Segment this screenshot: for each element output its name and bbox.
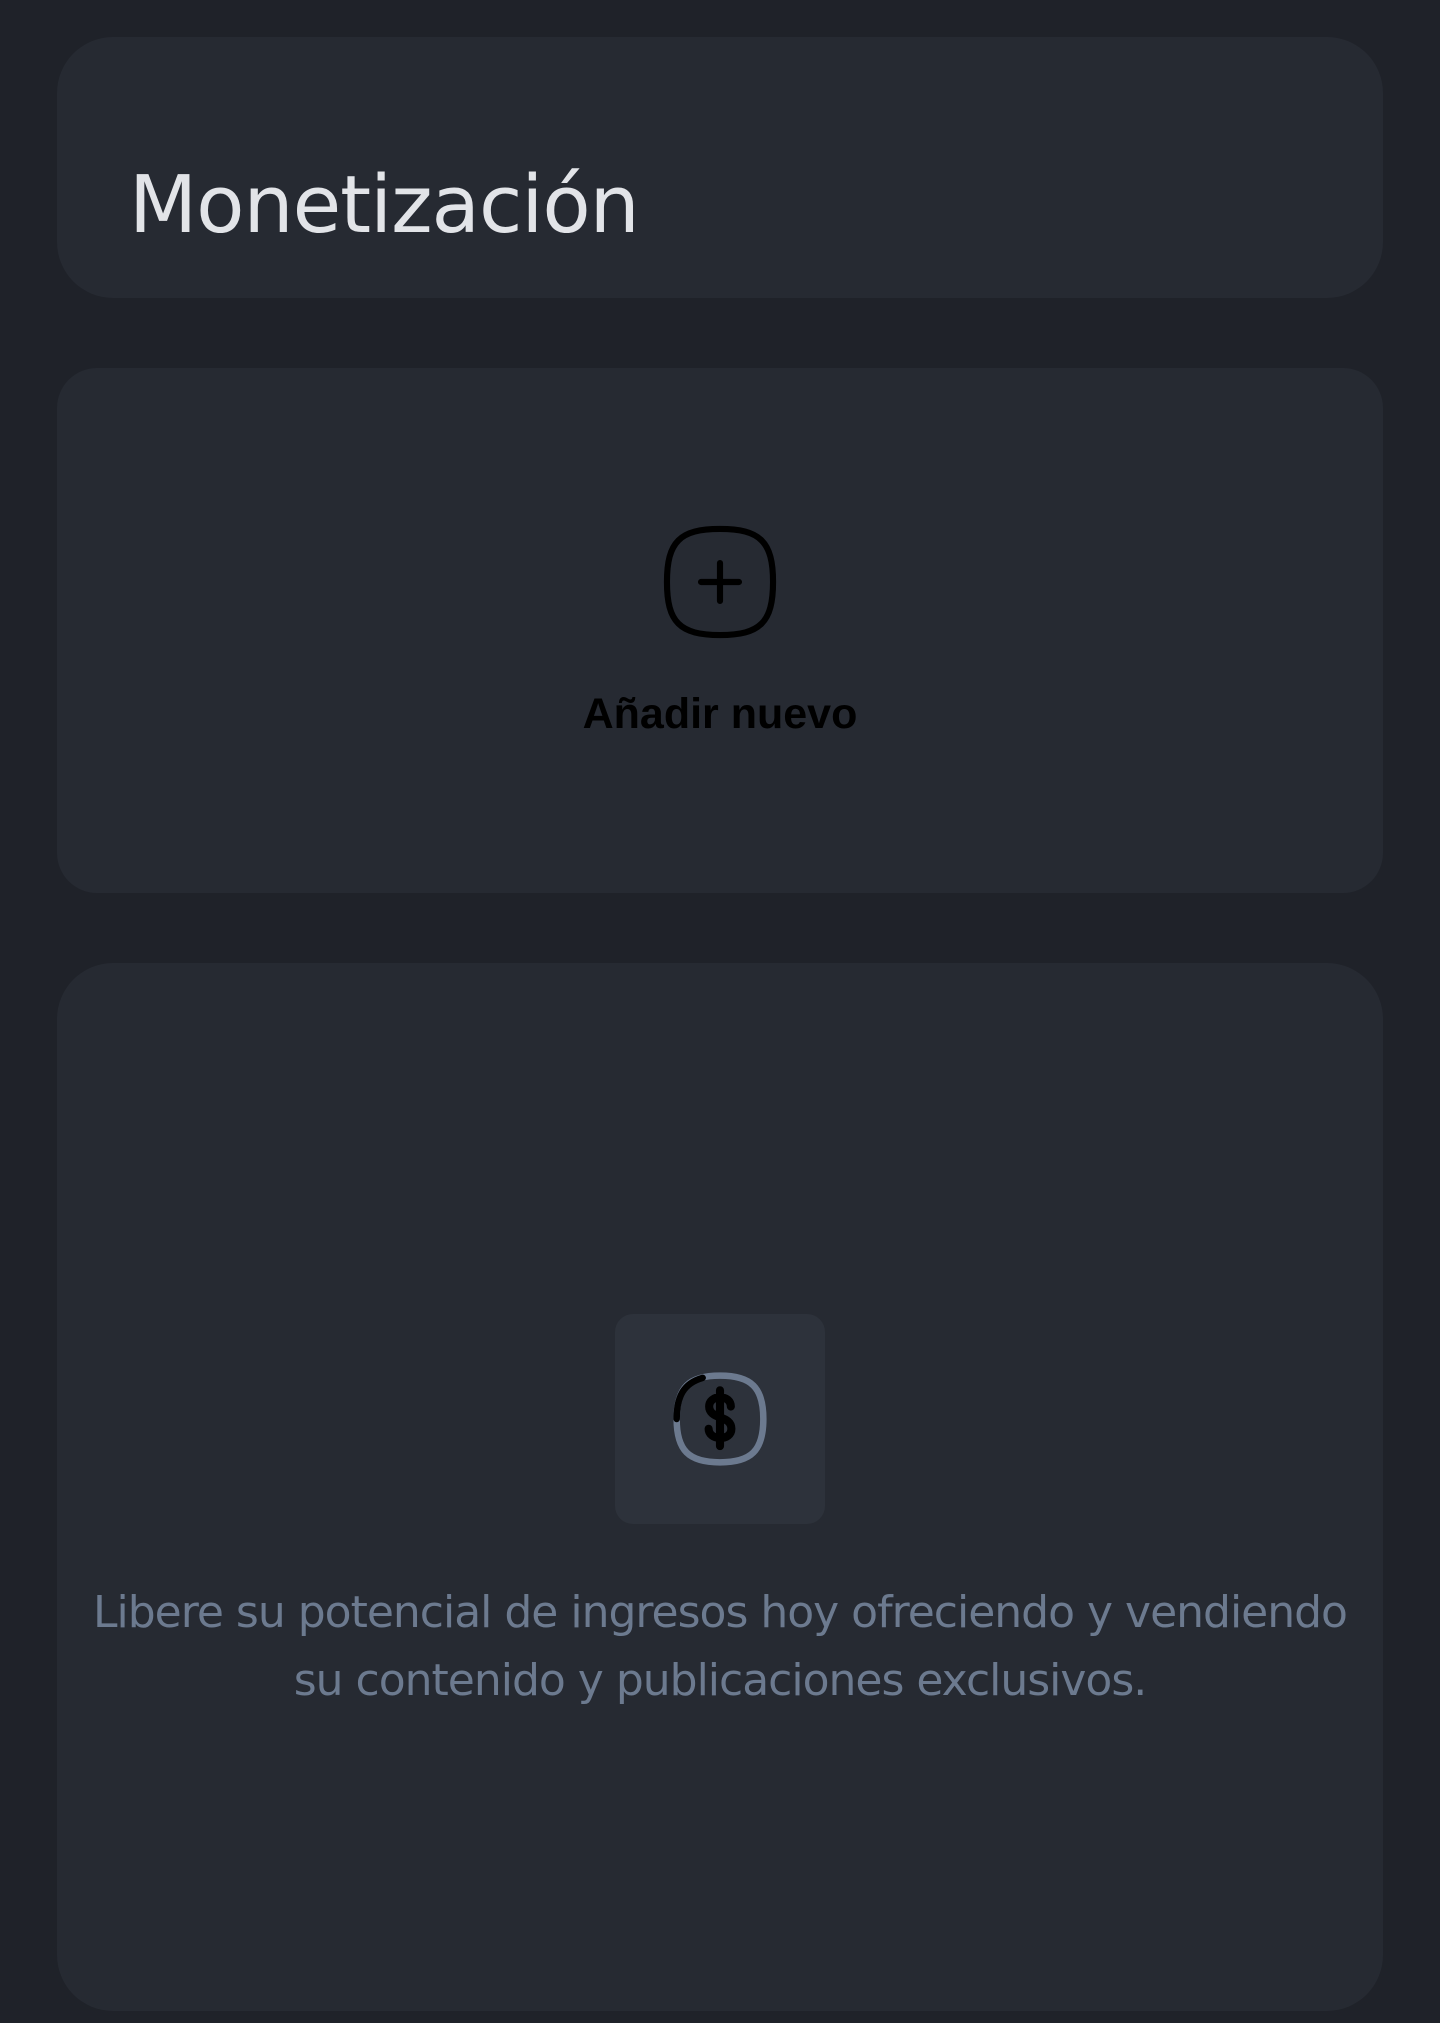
empty-state-icon-tile [615,1314,825,1524]
title-card: Monetización [57,37,1383,298]
empty-state-message: Libere su potencial de ingresos hoy ofre… [93,1587,1348,1706]
page-title: Monetización [129,159,640,251]
plus-squircle-icon [663,525,777,639]
dollar-squircle-icon [673,1372,767,1466]
add-new-card[interactable]: Añadir nuevo [57,368,1383,893]
add-new-label: Añadir nuevo [582,690,858,738]
empty-state-card: Libere su potencial de ingresos hoy ofre… [57,963,1383,2011]
